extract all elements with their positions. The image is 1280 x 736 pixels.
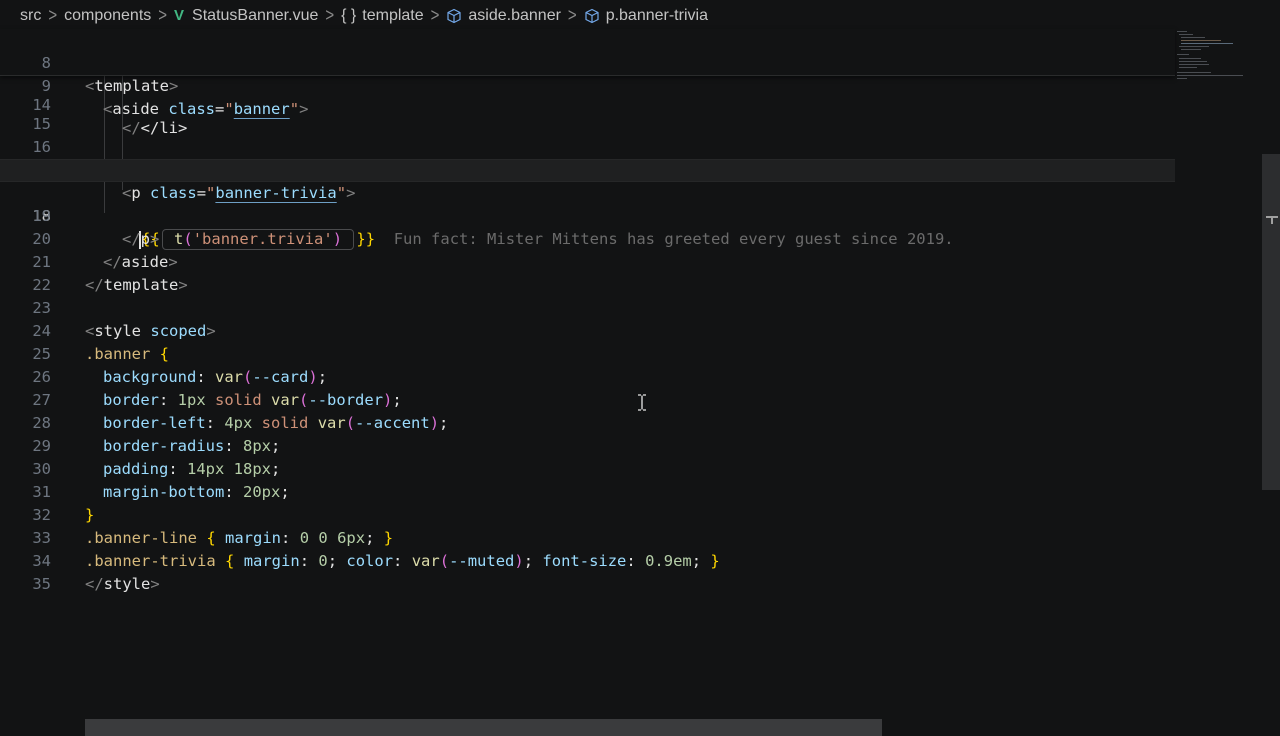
line-content: </style>	[85, 575, 160, 593]
sticky-scroll-header[interactable]: 8 <template> 9 <aside class="banner">	[0, 29, 1175, 118]
minimap-line	[1177, 78, 1187, 79]
code-line: 22	[0, 251, 1175, 294]
vue-file-icon: V	[174, 7, 185, 24]
breadcrumb-label: StatusBanner.vue	[192, 6, 319, 24]
code-line: 28 border-radius: 8px;	[0, 389, 1175, 455]
breadcrumb-label: aside.banner	[468, 6, 561, 24]
minimap-line	[1181, 49, 1201, 50]
code-line: 20 </aside>	[0, 205, 1175, 271]
code-line: 24 .banner {	[0, 297, 1175, 363]
ibeam-cursor-icon	[637, 394, 647, 411]
line-number: 35	[32, 575, 51, 593]
element-cube-icon	[446, 8, 462, 24]
breadcrumb: src > components > V StatusBanner.vue > …	[0, 0, 1280, 31]
minimap-line	[1181, 43, 1233, 44]
code-line: 32 .banner-line { margin: 0 0 6px; }	[0, 481, 1175, 547]
chevron-right-icon: >	[430, 5, 440, 26]
code-editor: src > components > V StatusBanner.vue > …	[0, 0, 1280, 736]
sticky-line[interactable]: 9 <aside class="banner">	[0, 52, 1175, 118]
code-line: 31 }	[0, 458, 1175, 524]
minimap[interactable]	[1175, 29, 1265, 89]
code-line: 29 padding: 14px 18px;	[0, 412, 1175, 478]
breadcrumb-label: src	[20, 6, 42, 24]
minimap-line	[1179, 67, 1197, 68]
sticky-line[interactable]: 8 <template>	[0, 29, 1175, 95]
breadcrumb-item-components[interactable]: components	[64, 7, 151, 25]
code-line: 35	[0, 550, 1175, 593]
chevron-right-icon: >	[567, 5, 577, 26]
code-line: 15	[0, 90, 1175, 133]
code-line: 33 .banner-trivia { margin: 0; color: va…	[0, 504, 1175, 570]
breadcrumb-item-aside[interactable]: aside.banner	[446, 7, 561, 25]
breadcrumb-label: components	[64, 6, 152, 24]
minimap-line	[1179, 34, 1193, 35]
code-line: 34 </style>	[0, 527, 1175, 593]
code-line: 25 background: var(--card);	[0, 320, 1175, 386]
minimap-line	[1177, 75, 1243, 76]
minimap-line	[1179, 64, 1209, 65]
breadcrumb-item-template[interactable]: { } template	[341, 7, 424, 25]
minimap-line	[1181, 40, 1221, 41]
code-line: 19 </p>	[0, 182, 1175, 248]
code-line: 30 margin-bottom: 20px;	[0, 435, 1175, 501]
vertical-scrollbar[interactable]	[1262, 154, 1280, 490]
scrollbar-cursor-marker	[1271, 216, 1273, 224]
chevron-right-icon: >	[325, 5, 335, 26]
minimap-line	[1181, 37, 1205, 38]
minimap-line	[1177, 54, 1189, 55]
braces-icon: { }	[341, 6, 357, 24]
minimap-line	[1177, 72, 1211, 73]
minimap-line	[1179, 61, 1207, 62]
code-area[interactable]: 14 </</li> 8 <template> 9 <aside class="…	[0, 29, 1175, 719]
code-line: 26 border: 1px solid var(--border);	[0, 343, 1175, 409]
minimap-line	[1179, 58, 1201, 59]
code-line: 27 border-left: 4px solid var(--accent);	[0, 366, 1175, 432]
element-cube-icon	[584, 8, 600, 24]
breadcrumb-label: template	[362, 6, 424, 24]
chevron-right-icon: >	[158, 5, 168, 26]
code-line: 16	[0, 113, 1175, 156]
code-line: 21 </template>	[0, 228, 1175, 294]
breadcrumb-label: p.banner-trivia	[605, 6, 708, 24]
breadcrumb-item-p[interactable]: p.banner-trivia	[584, 7, 708, 25]
minimap-line	[1177, 31, 1187, 32]
code-line: 17 <p class="banner-trivia">	[0, 136, 1175, 202]
current-line-highlight	[0, 159, 1175, 182]
code-line: 23 <style scoped>	[0, 274, 1175, 340]
breadcrumb-item-src[interactable]: src	[20, 7, 41, 25]
breadcrumb-item-file[interactable]: V StatusBanner.vue	[174, 7, 318, 25]
horizontal-scrollbar[interactable]	[85, 719, 882, 736]
code-line-active: 18 {{ t('banner.trivia') }} Fun fact: Mi…	[0, 159, 1175, 250]
chevron-right-icon: >	[48, 5, 58, 26]
minimap-line	[1179, 46, 1209, 47]
